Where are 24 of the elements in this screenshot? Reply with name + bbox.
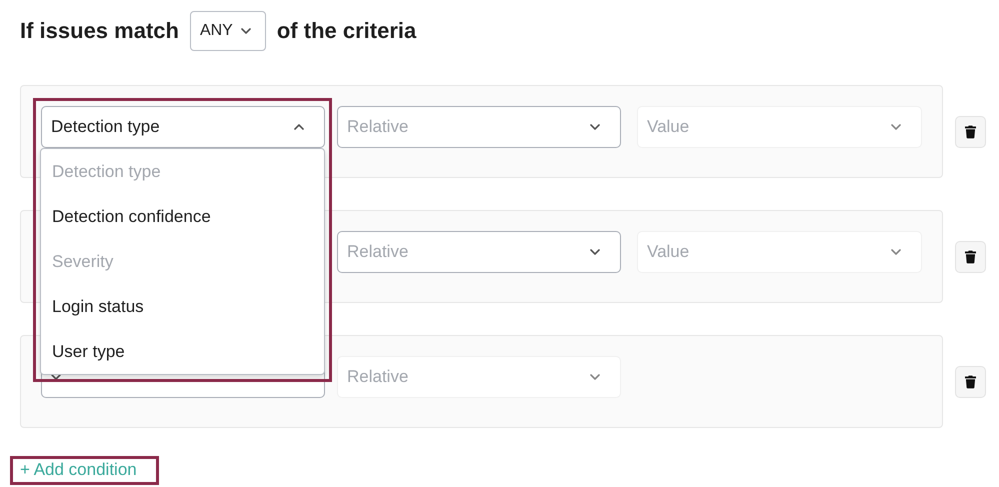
trash-icon bbox=[965, 124, 976, 138]
match-select[interactable]: ANY bbox=[190, 11, 266, 51]
dropdown-option[interactable]: User type bbox=[41, 329, 324, 374]
select-field[interactable]: Relative bbox=[337, 231, 621, 273]
delete-button[interactable] bbox=[955, 366, 986, 398]
trash-icon bbox=[965, 374, 976, 388]
chevron-down-icon bbox=[891, 249, 901, 255]
chevron-down-icon bbox=[891, 124, 901, 130]
chevron-down-icon bbox=[51, 374, 61, 380]
select-field[interactable]: Detection type bbox=[41, 106, 325, 148]
trash-icon bbox=[965, 250, 976, 264]
header-text: of the criteria bbox=[276, 18, 416, 44]
delete-button[interactable] bbox=[955, 240, 986, 272]
delete-button[interactable] bbox=[955, 116, 986, 148]
chevron-down-icon bbox=[590, 374, 600, 380]
chevron-down-icon bbox=[590, 124, 600, 130]
add-condition-link[interactable]: + Add condition bbox=[20, 460, 137, 480]
chevron-up-icon bbox=[294, 124, 304, 130]
header-text: If issues match bbox=[20, 18, 179, 44]
dropdown-option[interactable]: Login status bbox=[41, 284, 324, 329]
select-field[interactable]: Relative bbox=[337, 106, 621, 148]
chevron-down-icon bbox=[240, 28, 251, 34]
dropdown-option[interactable]: Detection confidence bbox=[41, 194, 324, 239]
chevron-down-icon bbox=[590, 249, 600, 255]
